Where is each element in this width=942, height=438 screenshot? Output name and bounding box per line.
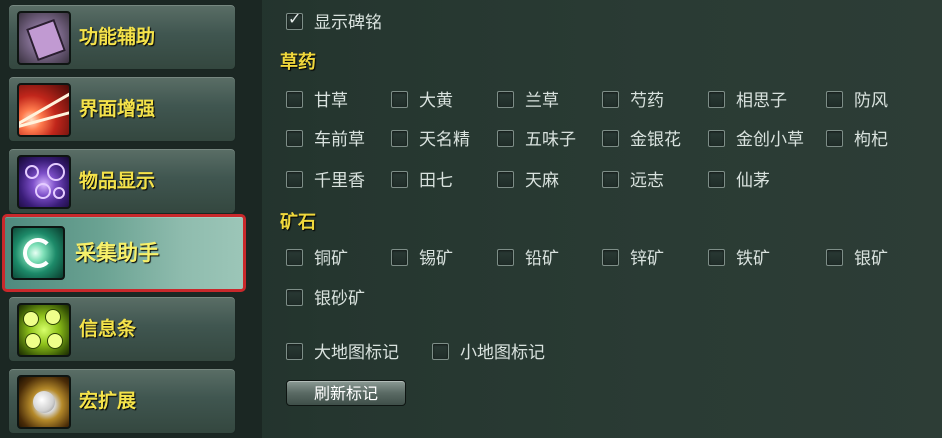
checkbox-label: 千里香 xyxy=(314,171,365,191)
checkbox-label: 天麻 xyxy=(525,171,559,191)
sidebar-item-gather-assist[interactable]: 采集助手 xyxy=(2,214,246,292)
sidebar-item-macro-extension[interactable]: 宏扩展 xyxy=(8,368,236,434)
checkbox-box xyxy=(432,343,449,360)
checkbox-label: 金银花 xyxy=(630,130,681,150)
sidebar-item-label: 界面增强 xyxy=(79,98,156,120)
herbs-section-title: 草药 xyxy=(280,52,316,73)
checkmark-icon: ✓ xyxy=(288,9,302,28)
sidebar-item-function-assist[interactable]: 功能辅助 xyxy=(8,4,236,70)
checkbox-box xyxy=(708,91,725,108)
checkbox-box xyxy=(602,130,619,147)
checkbox-label: 芍药 xyxy=(630,91,664,111)
checkbox-box xyxy=(286,343,303,360)
checkbox-box xyxy=(391,130,408,147)
interface-enhance-icon xyxy=(17,83,71,137)
checkbox-label: 铅矿 xyxy=(525,249,559,269)
checkbox-box xyxy=(391,249,408,266)
checkbox-label: 显示碑铭 xyxy=(314,13,382,33)
checkbox-label: 银矿 xyxy=(854,249,888,269)
info-bar-icon xyxy=(17,303,71,357)
checkbox-box xyxy=(286,130,303,147)
checkbox-box xyxy=(286,91,303,108)
checkbox-label: 铜矿 xyxy=(314,249,348,269)
checkbox-box xyxy=(826,91,843,108)
sidebar-item-label: 宏扩展 xyxy=(79,390,137,412)
checkbox-box xyxy=(497,130,514,147)
checkbox-label: 远志 xyxy=(630,171,664,191)
function-assist-icon xyxy=(17,11,71,65)
checkbox-box xyxy=(708,130,725,147)
sidebar-item-info-bar[interactable]: 信息条 xyxy=(8,296,236,362)
checkbox-box xyxy=(497,91,514,108)
gather-assist-panel: ✓ 显示碑铭 草药 甘草 大黄 兰草 芍药 相思子 防风 车前草 天名精 五味子… xyxy=(266,0,942,438)
checkbox-box xyxy=(602,171,619,188)
checkbox-label: 五味子 xyxy=(525,130,576,150)
checkbox-box xyxy=(826,249,843,266)
checkbox-box xyxy=(497,171,514,188)
checkbox-label: 银砂矿 xyxy=(314,289,365,309)
checkbox-label: 锡矿 xyxy=(419,249,453,269)
checkbox-label: 甘草 xyxy=(314,91,348,111)
sidebar-item-item-display[interactable]: 物品显示 xyxy=(8,148,236,214)
checkbox-label: 天名精 xyxy=(419,130,470,150)
checkbox-label: 田七 xyxy=(419,171,453,191)
checkbox-box xyxy=(391,91,408,108)
item-display-icon xyxy=(17,155,71,209)
checkbox-label: 金创小草 xyxy=(736,130,804,150)
refresh-marks-button[interactable]: 刷新标记 xyxy=(286,380,406,406)
settings-window: 功能辅助 界面增强 物品显示 采集助手 信息条 宏扩展 ✓ 显示碑铭 草药 甘草… xyxy=(0,0,942,438)
checkbox-box xyxy=(286,289,303,306)
checkbox-box xyxy=(708,171,725,188)
ores-section-title: 矿石 xyxy=(280,212,316,233)
checkbox-box xyxy=(286,249,303,266)
checkbox-box xyxy=(708,249,725,266)
checkbox-box xyxy=(826,130,843,147)
checkbox-label: 车前草 xyxy=(314,130,365,150)
checkbox-box xyxy=(286,171,303,188)
sidebar-item-label: 功能辅助 xyxy=(79,26,156,48)
checkbox-box xyxy=(602,91,619,108)
checkbox-label: 铁矿 xyxy=(736,249,770,269)
sidebar-item-label: 采集助手 xyxy=(75,241,159,265)
sidebar-item-interface-enhance[interactable]: 界面增强 xyxy=(8,76,236,142)
checkbox-label: 大黄 xyxy=(419,91,453,111)
checkbox-box xyxy=(497,249,514,266)
checkbox-label: 锌矿 xyxy=(630,249,664,269)
checkbox-box xyxy=(602,249,619,266)
checkbox-label: 兰草 xyxy=(525,91,559,111)
checkbox-label: 仙茅 xyxy=(736,171,770,191)
checkbox-label: 防风 xyxy=(854,91,888,111)
sidebar-item-label: 物品显示 xyxy=(79,170,156,192)
sidebar-item-label: 信息条 xyxy=(79,318,137,340)
checkbox-box: ✓ xyxy=(286,9,303,30)
checkbox-label: 小地图标记 xyxy=(460,343,545,363)
checkbox-label: 大地图标记 xyxy=(314,343,399,363)
gather-assist-icon xyxy=(11,226,65,280)
checkbox-label: 枸杞 xyxy=(854,130,888,150)
macro-extension-icon xyxy=(17,375,71,429)
checkbox-label: 相思子 xyxy=(736,91,787,111)
checkbox-box xyxy=(391,171,408,188)
sidebar: 功能辅助 界面增强 物品显示 采集助手 信息条 宏扩展 xyxy=(0,0,262,438)
